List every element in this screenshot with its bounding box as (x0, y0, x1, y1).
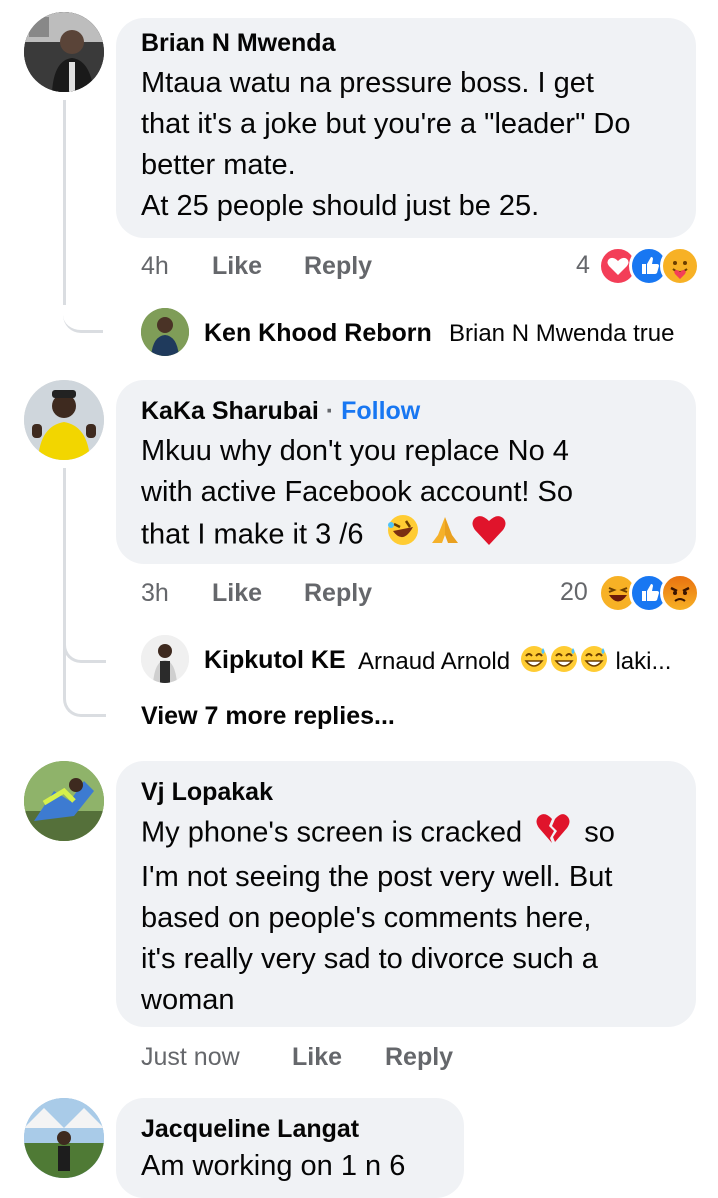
grinning-sweat-emoji (519, 644, 549, 681)
comment-author[interactable]: Brian N Mwenda (141, 29, 335, 58)
reaction-count[interactable]: 20 (560, 578, 588, 607)
avatar[interactable] (24, 1098, 104, 1178)
like-button[interactable]: Like (292, 1043, 342, 1072)
reply-avatar[interactable] (141, 635, 189, 683)
red-heart-emoji (470, 513, 508, 559)
reaction-count[interactable]: 4 (576, 251, 590, 280)
thread-curve (63, 656, 106, 717)
comment-text: Mkuu why don't you replace No 4 with act… (141, 431, 691, 559)
reply-author[interactable]: Ken Khood Reborn (204, 319, 432, 348)
like-button[interactable]: Like (212, 579, 262, 608)
reply-text: Brian N Mwenda true (449, 320, 675, 347)
grinning-sweat-emoji (549, 644, 579, 681)
profile-photo-icon (24, 1098, 104, 1178)
thread-curve (63, 300, 103, 333)
comment-author[interactable]: Vj Lopakak (141, 778, 273, 807)
follow-button[interactable]: Follow (341, 397, 420, 425)
comment-text: My phone's screen is cracked so I'm not … (141, 811, 691, 1021)
comment-time[interactable]: Just now (141, 1043, 240, 1072)
comment-text: Am working on 1 n 6 (141, 1150, 406, 1182)
reactions-group[interactable] (598, 246, 702, 286)
reply-text: Arnaud Arnold laki... (358, 644, 671, 681)
profile-photo-icon (141, 308, 189, 356)
rolling-laugh-emoji (386, 513, 420, 559)
reply-author[interactable]: Kipkutol KE (204, 646, 346, 675)
comment-time[interactable]: 3h (141, 579, 169, 608)
avatar[interactable] (24, 380, 104, 460)
reply-button[interactable]: Reply (304, 252, 372, 281)
avatar[interactable] (24, 12, 104, 92)
reply-button[interactable]: Reply (385, 1043, 453, 1072)
comment-text: Mtaua watu na pressure boss. I get that … (141, 67, 631, 222)
profile-photo-icon (141, 635, 189, 683)
profile-photo-icon (24, 761, 104, 841)
thread-line (63, 468, 66, 658)
separator-dot: · (325, 397, 335, 425)
angry-icon (660, 573, 700, 613)
view-more-replies[interactable]: View 7 more replies... (141, 702, 395, 731)
broken-heart-emoji (534, 811, 572, 857)
comment-author-line: KaKa Sharubai · Follow (141, 397, 420, 426)
reactions-group[interactable] (598, 573, 702, 613)
like-button[interactable]: Like (212, 252, 262, 281)
profile-photo-icon (24, 380, 104, 460)
comment-author[interactable]: KaKa Sharubai (141, 397, 319, 425)
praying-hands-emoji (428, 513, 462, 559)
reply-avatar[interactable] (141, 308, 189, 356)
grinning-sweat-emoji (579, 644, 609, 681)
comment-author[interactable]: Jacqueline Langat (141, 1115, 359, 1144)
care-icon (660, 246, 700, 286)
reply-button[interactable]: Reply (304, 579, 372, 608)
profile-photo-icon (24, 12, 104, 92)
comment-time[interactable]: 4h (141, 252, 169, 281)
thread-line (63, 100, 66, 305)
avatar[interactable] (24, 761, 104, 841)
